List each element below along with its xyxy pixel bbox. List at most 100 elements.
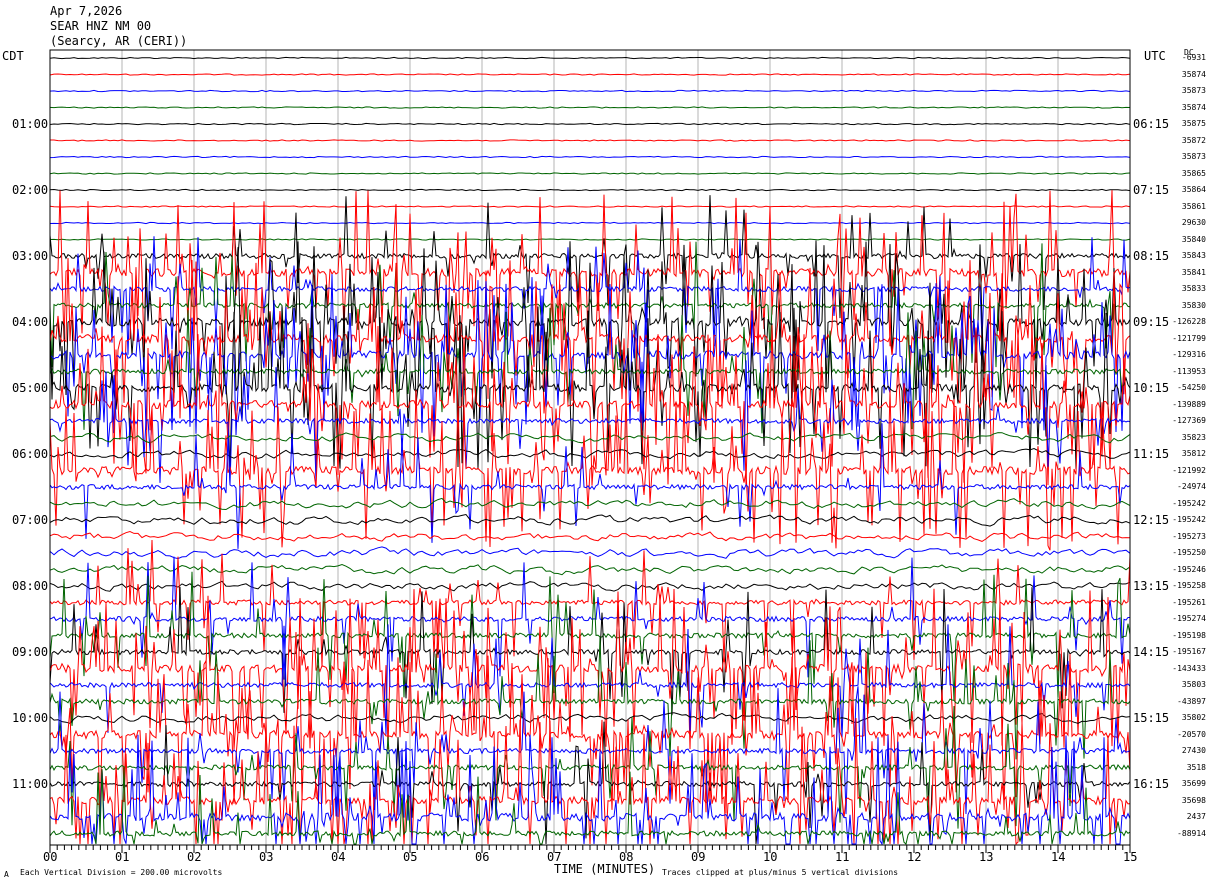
helicorder-plot xyxy=(49,49,1131,853)
dc-offset-label: 3518 xyxy=(1186,762,1206,772)
scale-note: Each Vertical Division = 200.00 microvol… xyxy=(20,868,223,877)
dc-offset-label: -195258 xyxy=(1172,581,1206,590)
trace-blue xyxy=(49,89,1131,93)
x-tick-label: 13 xyxy=(979,850,994,864)
trace-green xyxy=(49,571,1131,701)
dc-offset-label: -195242 xyxy=(1172,515,1206,524)
dc-offset-label: -195198 xyxy=(1172,630,1206,640)
dc-offset-label: 35823 xyxy=(1181,432,1206,442)
x-tick-label: 06 xyxy=(475,850,490,864)
trace-green xyxy=(49,497,1131,511)
corner-mark: A xyxy=(4,870,9,879)
dc-offset-label: -195242 xyxy=(1172,498,1206,508)
dc-offset-label: -43897 xyxy=(1177,696,1206,706)
dc-offset-label: -139889 xyxy=(1172,399,1206,409)
right-tick-label: 11:15 xyxy=(1133,447,1170,461)
dc-offset-label: -195167 xyxy=(1172,647,1206,656)
x-tick-label: 02 xyxy=(187,850,202,864)
x-tick-label: 04 xyxy=(331,850,346,864)
dc-offset-label: -129316 xyxy=(1172,350,1206,359)
plot-grid xyxy=(49,50,1131,845)
dc-offset-label: -195246 xyxy=(1172,564,1206,574)
right-tick-label: 16:15 xyxy=(1133,777,1170,791)
trace-blue xyxy=(49,155,1131,159)
left-tick-label: 03:00 xyxy=(12,249,49,263)
trace-red xyxy=(49,205,1131,208)
right-tick-label: 10:15 xyxy=(1133,381,1170,395)
right-tick-label: 14:15 xyxy=(1133,645,1170,659)
trace-red xyxy=(49,73,1131,76)
x-tick-label: 03 xyxy=(259,850,274,864)
dc-offset-label: 35698 xyxy=(1181,795,1206,805)
dc-offset-label: 35699 xyxy=(1181,779,1206,788)
location-label: (Searcy, AR (CERI)) xyxy=(50,34,188,48)
x-tick-label: 12 xyxy=(907,850,922,864)
dc-offset-label: 35873 xyxy=(1181,86,1206,95)
right-tick-label: 12:15 xyxy=(1133,513,1170,527)
trace-red xyxy=(49,530,1131,542)
x-tick-label: 01 xyxy=(115,850,130,864)
dc-offset-label: -113953 xyxy=(1172,366,1206,376)
dc-offset-label: 27430 xyxy=(1181,746,1206,755)
dc-offset-label: 35812 xyxy=(1181,449,1206,458)
trace-red xyxy=(49,588,1131,750)
dc-offset-label: -121799 xyxy=(1172,333,1206,343)
dc-offset-label: -121992 xyxy=(1172,465,1206,475)
station-label: SEAR HNZ NM 00 xyxy=(50,19,152,33)
dc-offset-label: -195261 xyxy=(1172,597,1206,607)
x-tick-label: 11 xyxy=(835,850,850,864)
trace-red xyxy=(50,139,1131,142)
dc-offset-label: 35861 xyxy=(1181,201,1206,211)
clip-note: Traces clipped at plus/minus 5 vertical … xyxy=(662,868,899,877)
dc-offset-label: 29630 xyxy=(1181,218,1206,227)
left-tick-label: 08:00 xyxy=(12,579,49,593)
dc-offset-label: 35830 xyxy=(1181,300,1206,310)
x-axis-label: TIME (MINUTES) xyxy=(554,862,656,876)
right-tick-label: 15:15 xyxy=(1133,711,1170,725)
left-tick-label: 09:00 xyxy=(12,645,49,659)
dc-offset-label: 35803 xyxy=(1181,680,1206,689)
plot-border xyxy=(49,49,1131,846)
left-tick-label: 02:00 xyxy=(12,183,49,197)
dc-offset-label: -88914 xyxy=(1177,828,1206,838)
trace-green xyxy=(49,172,1131,175)
trace-black xyxy=(49,513,1131,527)
x-tick-label: 00 xyxy=(43,850,58,864)
dc-offset-label: 35802 xyxy=(1181,713,1206,722)
dc-offset-label: 35843 xyxy=(1181,251,1206,260)
dc-offset-label: 35841 xyxy=(1181,267,1206,277)
dc-offset-label: 35865 xyxy=(1181,168,1206,178)
x-tick-label: 10 xyxy=(763,850,778,864)
dc-offset-label: -6931 xyxy=(1181,53,1206,62)
left-tick-label: 07:00 xyxy=(12,513,49,527)
trace-green xyxy=(49,238,1131,241)
date-label: Apr 7,2026 xyxy=(50,4,123,18)
right-axis-title: UTC xyxy=(1144,49,1166,63)
dc-offset-label: 35872 xyxy=(1181,135,1206,145)
dc-offset-label: -24974 xyxy=(1177,482,1206,491)
dc-offset-label: 35840 xyxy=(1181,234,1206,244)
dc-offset-label: -126228 xyxy=(1172,317,1206,326)
left-tick-label: 10:00 xyxy=(12,711,49,725)
trace-red xyxy=(49,652,1131,817)
left-axis-title: CDT xyxy=(2,49,24,63)
trace-black xyxy=(49,188,1131,192)
dc-offset-label: 35873 xyxy=(1181,152,1206,161)
left-tick-label: 05:00 xyxy=(12,381,49,395)
trace-black xyxy=(49,447,1131,460)
left-tick-label: 11:00 xyxy=(12,777,49,791)
dc-offset-label: -127369 xyxy=(1172,416,1206,425)
dc-offset-label: -20570 xyxy=(1177,729,1206,739)
right-tick-label: 09:15 xyxy=(1133,315,1170,329)
dc-offset-label: -195250 xyxy=(1172,548,1206,557)
dc-offset-label: -195274 xyxy=(1172,614,1206,623)
right-tick-label: 07:15 xyxy=(1133,183,1170,197)
dc-offset-label: 35833 xyxy=(1181,284,1206,293)
dc-offset-label: -54250 xyxy=(1177,383,1206,392)
dc-offset-label: 35875 xyxy=(1181,119,1206,128)
dc-offset-label: 35874 xyxy=(1181,102,1206,112)
x-tick-label: 09 xyxy=(691,850,706,864)
right-tick-label: 08:15 xyxy=(1133,249,1170,263)
trace-black xyxy=(49,56,1131,60)
dc-offset-label: 35874 xyxy=(1181,69,1206,79)
